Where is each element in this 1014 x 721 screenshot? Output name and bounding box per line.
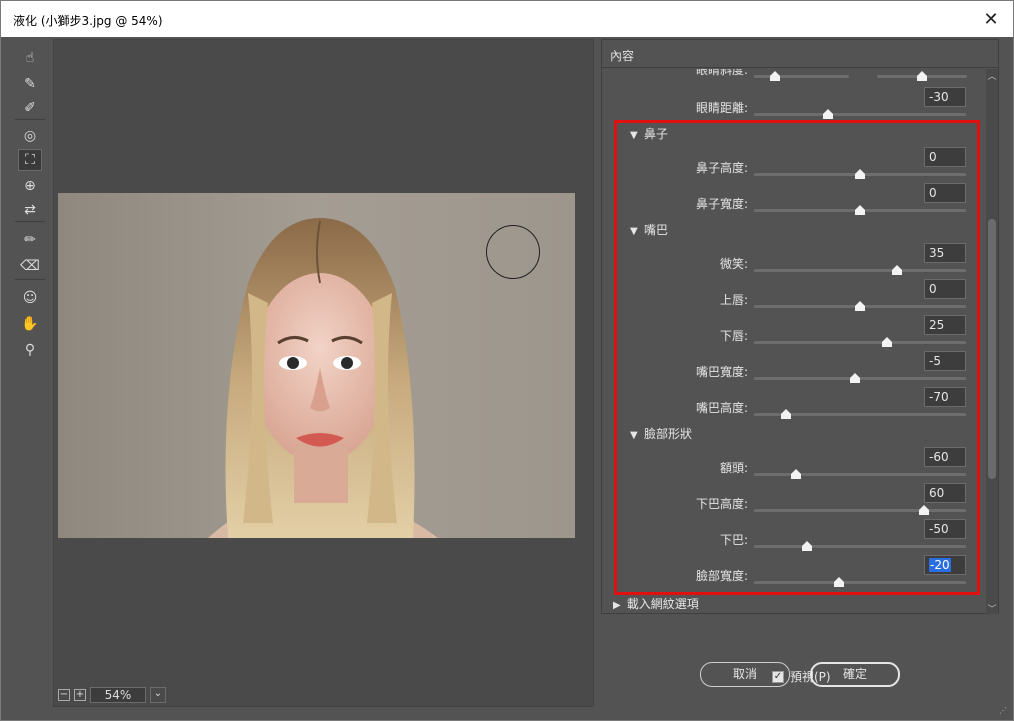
zoom-out-button[interactable]: − <box>58 689 70 701</box>
slider-thumb[interactable] <box>780 409 791 419</box>
slider-track[interactable] <box>754 341 966 344</box>
slider-thumb[interactable] <box>802 541 812 551</box>
close-button[interactable]: ✕ <box>979 7 1003 31</box>
properties-panel: 內容 眼睛斜度: 眼睛距離: -30 ▼ 鼻子鼻子高度: 0 鼻子寬度: 0 ▼ 嘴巴微笑: 35 上… <box>601 39 999 615</box>
slider-thumb[interactable] <box>849 373 860 383</box>
hand-tool-icon[interactable]: ✋ <box>18 313 42 335</box>
smooth-tool-icon[interactable]: ✐ <box>18 97 42 119</box>
value-input[interactable]: -20 <box>924 555 966 575</box>
slider-track[interactable] <box>754 509 966 512</box>
value-input[interactable]: -70 <box>924 387 966 407</box>
slider-label: 鼻子高度: <box>695 161 748 175</box>
zoom-dropdown-icon[interactable]: ⌄ <box>150 687 166 703</box>
cancel-button[interactable]: 取消 <box>700 662 790 687</box>
slider-thumb[interactable] <box>917 71 927 81</box>
slider-track[interactable] <box>754 75 849 78</box>
slider-thumb[interactable] <box>855 301 865 311</box>
tool-separator <box>15 279 45 280</box>
pucker-tool-icon[interactable]: ⛶ <box>18 149 42 171</box>
panel-scrollbar[interactable]: ︿ ﹀ <box>986 69 998 615</box>
section-header[interactable]: ▼ 嘴巴 <box>630 221 668 238</box>
slider-track[interactable] <box>754 377 966 380</box>
slider-track[interactable] <box>754 473 966 476</box>
partial-row-label: 眼睛斜度: <box>695 69 748 77</box>
liquify-dialog: 液化 (小獅步3.jpg @ 54%) ✕ ☝ ✎ ✐ ◎ ⛶ ⊕ ⇄ ✏ ⌫ ☺ ✋ ⚲ <box>0 0 1014 721</box>
thaw-mask-tool-icon[interactable]: ⌫ <box>18 255 42 277</box>
slider-track[interactable] <box>754 545 966 548</box>
slider-track[interactable] <box>754 269 966 272</box>
title-bar: 液化 (小獅步3.jpg @ 54%) ✕ <box>1 1 1013 37</box>
freeze-mask-tool-icon[interactable]: ✏ <box>18 229 42 251</box>
dialog-body: ☝ ✎ ✐ ◎ ⛶ ⊕ ⇄ ✏ ⌫ ☺ ✋ ⚲ − + 54% ⌄ 內容 眼睛斜… <box>1 37 1013 720</box>
slider-label: 臉部寬度: <box>695 569 748 583</box>
section-header[interactable]: ▼ 臉部形狀 <box>630 425 692 442</box>
slider-track[interactable] <box>754 581 966 584</box>
value-input[interactable]: 35 <box>924 243 966 263</box>
brush-cursor <box>486 225 540 279</box>
value-input[interactable]: -30 <box>924 87 966 107</box>
tool-separator <box>15 221 45 222</box>
slider-thumb[interactable] <box>918 505 929 515</box>
slider-thumb[interactable] <box>881 337 892 347</box>
slider-label: 嘴巴寬度: <box>695 365 748 379</box>
zoom-tool-icon[interactable]: ⚲ <box>18 339 42 361</box>
tool-panel: ☝ ✎ ✐ ◎ ⛶ ⊕ ⇄ ✏ ⌫ ☺ ✋ ⚲ <box>9 41 49 721</box>
slider-thumb[interactable] <box>855 205 865 215</box>
collapse-triangle-icon: ▼ <box>630 130 638 141</box>
slider-thumb[interactable] <box>892 265 903 275</box>
zoom-controls: − + 54% ⌄ <box>58 686 166 704</box>
scroll-thumb[interactable] <box>988 219 996 479</box>
tool-separator <box>15 119 45 120</box>
slider-label: 下唇: <box>719 329 748 343</box>
collapse-triangle-icon: ▼ <box>630 430 638 441</box>
collapse-triangle-icon: ▼ <box>630 226 638 237</box>
load-mesh-label: 載入網紋選項 <box>626 597 699 611</box>
slider-thumb[interactable] <box>855 169 865 179</box>
selected-value-text: -20 <box>929 558 951 572</box>
slider-thumb[interactable] <box>791 469 802 479</box>
slider-label: 下巴: <box>719 533 748 547</box>
slider-label: 鼻子寬度: <box>695 197 748 211</box>
value-input[interactable]: 60 <box>924 483 966 503</box>
zoom-in-button[interactable]: + <box>74 689 86 701</box>
section-header[interactable]: ▼ 鼻子 <box>630 125 668 142</box>
value-input[interactable]: -5 <box>924 351 966 371</box>
face-aware-settings: 眼睛斜度: 眼睛距離: -30 ▼ 鼻子鼻子高度: 0 鼻子寬度: 0 ▼ 嘴巴微笑: 35 上唇: 0… <box>602 69 986 614</box>
section-title: 臉部形狀 <box>644 427 693 441</box>
load-mesh-options[interactable]: ▶ 載入網紋選項 <box>613 595 699 612</box>
scroll-up-icon[interactable]: ︿ <box>986 69 998 82</box>
scroll-down-icon[interactable]: ﹀ <box>986 602 998 615</box>
expand-triangle-icon: ▶ <box>613 600 621 611</box>
slider-label: 眼睛距離: <box>695 101 748 115</box>
slider-thumb[interactable] <box>769 71 780 81</box>
slider-label: 上唇: <box>719 293 748 307</box>
value-input[interactable]: -60 <box>924 447 966 467</box>
slider-label: 微笑: <box>719 257 748 271</box>
twirl-tool-icon[interactable]: ◎ <box>18 125 42 147</box>
slider-label: 下巴高度: <box>695 497 748 511</box>
section-title: 嘴巴 <box>644 223 669 237</box>
slider-label: 嘴巴高度: <box>695 401 748 415</box>
value-input[interactable]: 25 <box>924 315 966 335</box>
value-input[interactable]: 0 <box>924 147 966 167</box>
slider-thumb[interactable] <box>833 577 844 587</box>
bloat-tool-icon[interactable]: ⊕ <box>18 175 42 197</box>
preview-canvas[interactable]: − + 54% ⌄ <box>53 39 594 707</box>
window-title: 液化 (小獅步3.jpg @ 54%) <box>13 14 163 28</box>
value-input[interactable]: 0 <box>924 279 966 299</box>
slider-thumb[interactable] <box>823 109 834 119</box>
resize-grip-icon[interactable]: ⋰ <box>999 706 1009 716</box>
value-input[interactable]: -50 <box>924 519 966 539</box>
value-input[interactable]: 0 <box>924 183 966 203</box>
zoom-value[interactable]: 54% <box>90 687 146 703</box>
push-left-tool-icon[interactable]: ⇄ <box>18 199 42 221</box>
section-title: 鼻子 <box>644 127 669 141</box>
forward-warp-tool-icon[interactable]: ☝ <box>18 47 42 69</box>
slider-label: 額頭: <box>719 461 748 475</box>
ok-button[interactable]: 確定 <box>810 662 900 687</box>
panel-header: 內容 <box>602 40 998 68</box>
reconstruct-tool-icon[interactable]: ✎ <box>18 73 42 95</box>
slider-track[interactable] <box>754 113 966 116</box>
face-tool-icon[interactable]: ☺ <box>18 287 42 309</box>
